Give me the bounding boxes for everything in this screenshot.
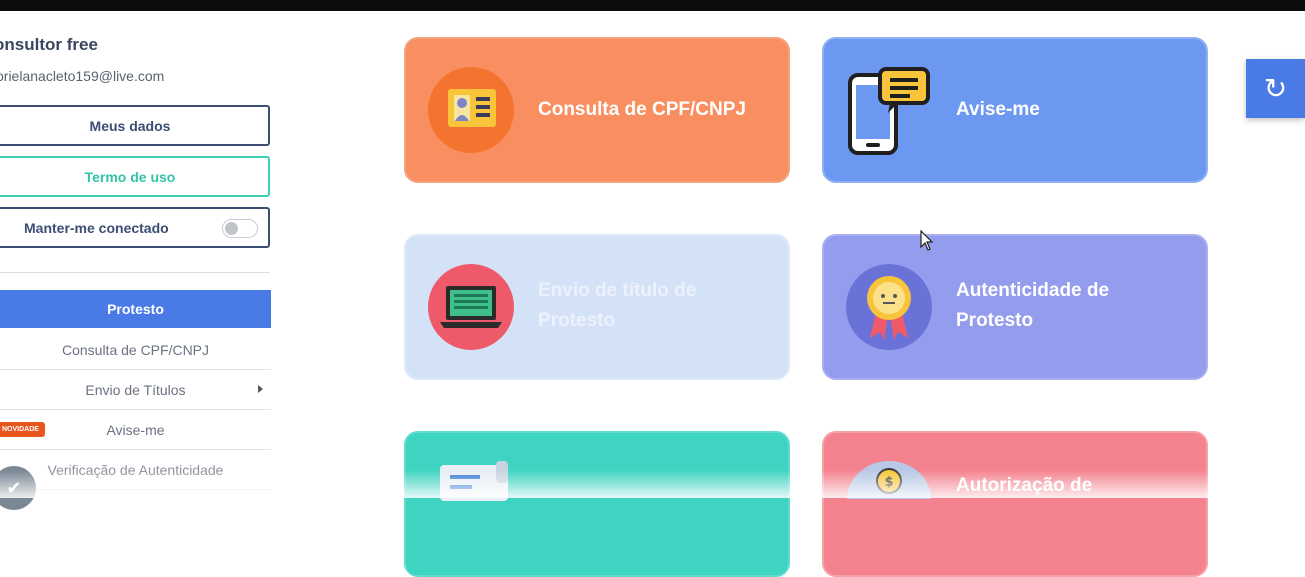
card-title: Autenticidade de Protesto <box>956 280 1110 331</box>
refresh-button[interactable]: ↻ <box>1246 59 1305 118</box>
card-title: Avise-me <box>956 99 1040 120</box>
meus-dados-button[interactable]: Meus dados <box>0 105 270 146</box>
menu-protesto-header[interactable]: Protesto <box>0 290 271 328</box>
menu-item-label: Verificação de Autenticidade <box>47 461 224 478</box>
menu-item-verificacao[interactable]: Verificação de Autenticidade <box>0 450 271 490</box>
novidade-badge: NOVIDADE <box>0 422 45 437</box>
card-autenticidade[interactable]: Autenticidade de Protesto <box>822 234 1208 380</box>
card-documento[interactable] <box>404 431 790 577</box>
manter-conectado-label: Manter-me conectado <box>24 219 169 236</box>
menu-item-envio-titulos[interactable]: Envio de Títulos <box>0 370 271 410</box>
user-name: onsultor free <box>0 35 98 54</box>
phone-message-icon <box>848 67 930 155</box>
document-scroll-icon <box>440 461 508 501</box>
mouse-cursor-icon <box>920 230 934 251</box>
card-consulta-cpf[interactable]: Consulta de CPF/CNPJ <box>404 37 790 183</box>
termo-de-uso-button[interactable]: Termo de uso <box>0 156 270 197</box>
sidebar-divider <box>0 272 270 273</box>
card-avise-me[interactable]: Avise-me <box>822 37 1208 183</box>
manter-conectado-toggle[interactable] <box>222 219 258 238</box>
user-email: orielanacleto159@live.com <box>0 68 165 84</box>
floating-action-button[interactable]: ✔ <box>0 466 36 510</box>
menu-item-label: Avise-me <box>106 421 165 438</box>
card-title: Envio de título de Protesto <box>538 280 697 331</box>
refresh-icon: ↻ <box>1263 73 1288 104</box>
card-title: Autorização de <box>956 475 1093 496</box>
card-envio-titulo[interactable]: Envio de título de Protesto <box>404 234 790 380</box>
manter-conectado-row[interactable]: Manter-me conectado <box>0 207 270 248</box>
check-icon: ✔ <box>6 477 22 498</box>
card-title: Consulta de CPF/CNPJ <box>538 99 746 120</box>
menu-item-consulta[interactable]: Consulta de CPF/CNPJ <box>0 330 271 370</box>
coin-icon: $ <box>847 461 931 499</box>
laptop-icon <box>428 264 514 350</box>
sidebar: onsultor free orielanacleto159@live.com … <box>0 11 290 498</box>
card-autorizacao[interactable]: $ Autorização de <box>822 431 1208 577</box>
award-ribbon-icon <box>846 264 932 350</box>
menu-item-label: Envio de Títulos <box>85 381 186 398</box>
menu-item-avise-me[interactable]: NOVIDADE Avise-me <box>0 410 271 450</box>
toggle-knob <box>225 222 238 235</box>
svg-text:$: $ <box>884 475 893 490</box>
top-bar <box>0 0 1305 11</box>
id-card-icon <box>428 67 514 153</box>
caret-right-icon <box>258 385 263 393</box>
menu-item-label: Consulta de CPF/CNPJ <box>61 341 210 358</box>
